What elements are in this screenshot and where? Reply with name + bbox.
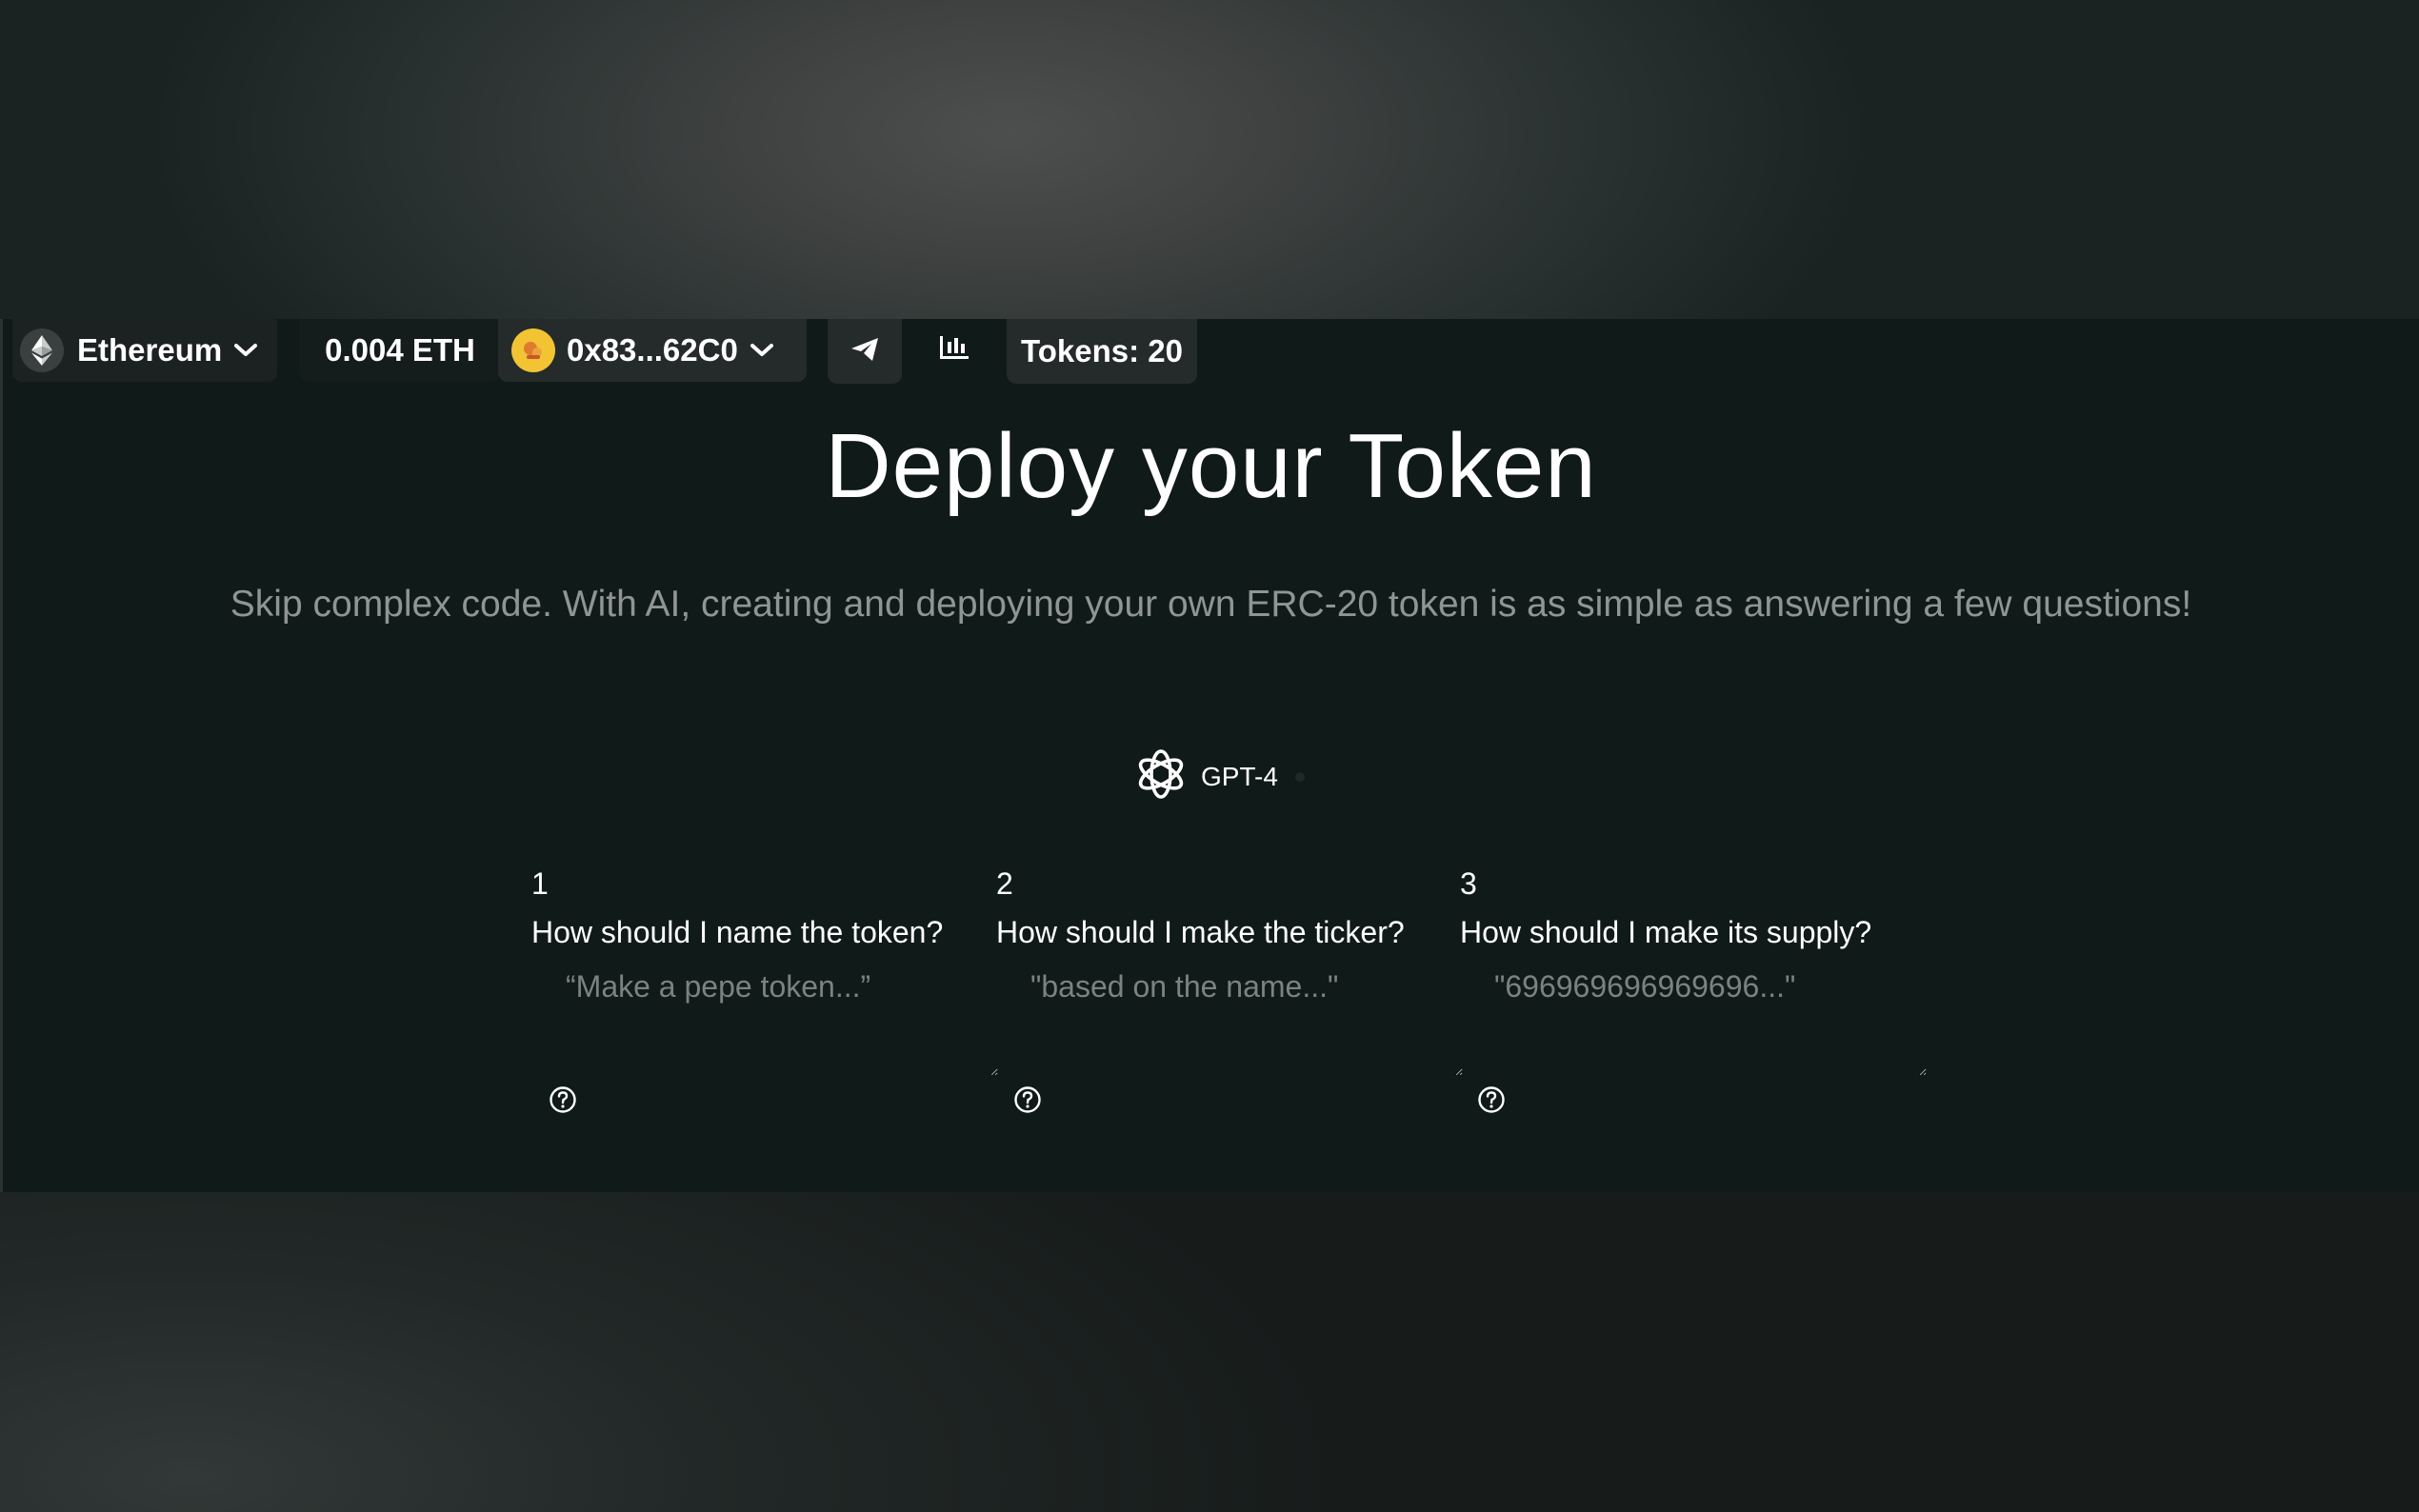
background-bottom bbox=[0, 1192, 2419, 1512]
help-icon[interactable] bbox=[1477, 1085, 1506, 1114]
chevron-down-icon bbox=[233, 343, 258, 358]
page-title: Deploy your Token bbox=[825, 415, 1597, 517]
question-3: 3 How should I make its supply? bbox=[1460, 866, 1927, 1124]
status-dot bbox=[1294, 772, 1305, 782]
token-ticker-input[interactable] bbox=[996, 958, 1463, 1076]
background-top bbox=[0, 0, 2419, 319]
model-label: GPT-4 bbox=[1201, 762, 1278, 791]
telegram-button[interactable] bbox=[828, 319, 902, 384]
account-address: 0x83...62C0 bbox=[567, 332, 738, 368]
question-number: 3 bbox=[1460, 866, 1477, 901]
help-icon[interactable] bbox=[1013, 1085, 1042, 1114]
question-1: 1 How should I name the token? bbox=[531, 866, 998, 1124]
chevron-down-icon bbox=[750, 343, 774, 358]
stats-button[interactable] bbox=[917, 319, 991, 382]
page-subtitle: Skip complex code. With AI, creating and… bbox=[230, 584, 2192, 625]
model-selector[interactable]: GPT-4 bbox=[1132, 746, 1305, 808]
balance-value: 0.004 ETH bbox=[325, 332, 475, 368]
question-label: How should I make its supply? bbox=[1460, 915, 1872, 949]
question-number: 2 bbox=[996, 866, 1013, 901]
question-number: 1 bbox=[531, 866, 549, 901]
ethereum-icon bbox=[20, 328, 64, 372]
token-supply-input[interactable] bbox=[1460, 958, 1927, 1076]
balance-display: 0.004 ETH bbox=[300, 319, 500, 382]
app-window: Ethereum 0.004 ETH 0x83...62C0 Tokens: 2… bbox=[0, 319, 2419, 1192]
bar-chart-icon bbox=[939, 332, 970, 368]
question-label: How should I name the token? bbox=[531, 915, 944, 949]
question-2: 2 How should I make the ticker? bbox=[996, 866, 1463, 1124]
openai-icon bbox=[1132, 746, 1201, 809]
network-label: Ethereum bbox=[77, 332, 223, 368]
telegram-icon bbox=[850, 333, 879, 369]
account-button[interactable]: 0x83...62C0 bbox=[498, 319, 807, 382]
help-icon[interactable] bbox=[549, 1085, 577, 1114]
tokens-count-button[interactable]: Tokens: 20 bbox=[1007, 319, 1197, 384]
question-label: How should I make the ticker? bbox=[996, 915, 1405, 949]
tokens-count: Tokens: 20 bbox=[1021, 333, 1183, 368]
avatar bbox=[511, 328, 555, 372]
network-selector[interactable]: Ethereum bbox=[12, 319, 277, 382]
top-bar: Ethereum 0.004 ETH 0x83...62C0 Tokens: 2… bbox=[3, 319, 2419, 386]
token-name-input[interactable] bbox=[531, 958, 998, 1076]
